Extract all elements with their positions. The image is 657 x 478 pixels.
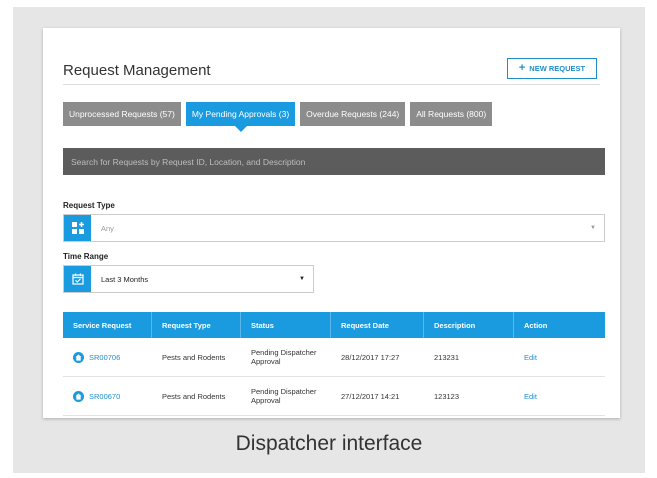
figure-caption: Dispatcher interface: [235, 432, 423, 455]
new-request-button[interactable]: + NEW REQUEST: [507, 58, 597, 79]
table-header: Service Request Request Type Status Requ…: [63, 312, 605, 338]
request-date-cell: 28/12/2017 17:27: [341, 352, 400, 362]
tab-my-pending-approvals[interactable]: My Pending Approvals (3): [185, 102, 296, 132]
request-type-label: Request Type: [63, 201, 115, 210]
column-header[interactable]: Status: [241, 312, 331, 338]
service-request-link[interactable]: SR00706: [63, 338, 152, 376]
request-type-cell: Pests and Rodents: [162, 352, 226, 362]
request-type-select[interactable]: Any ▼: [63, 214, 605, 242]
edit-link[interactable]: Edit: [514, 338, 605, 376]
service-request-id: SR00670: [89, 391, 121, 401]
request-management-panel: Request Management + NEW REQUEST Unproce…: [43, 28, 620, 418]
home-icon: [73, 390, 84, 402]
column-header[interactable]: Action: [514, 312, 605, 338]
request-date-cell: 27/12/2017 14:21: [341, 391, 400, 401]
search-input[interactable]: Search for Requests by Request ID, Locat…: [63, 148, 605, 175]
header-divider: [63, 84, 600, 85]
table-row: SR00706 Pests and Rodents Pending Dispat…: [63, 338, 605, 377]
tab-all-requests[interactable]: All Requests (800): [410, 102, 493, 126]
table-row: SR00670 Pests and Rodents Pending Dispat…: [63, 377, 605, 416]
home-icon: [73, 351, 84, 363]
chevron-down-icon: ▼: [299, 276, 305, 282]
tab-overdue-requests[interactable]: Overdue Requests (244): [300, 102, 406, 126]
service-request-id: SR00706: [89, 352, 121, 362]
plus-icon: +: [518, 62, 526, 74]
description-cell: 213231: [434, 352, 460, 362]
column-header[interactable]: Request Type: [152, 312, 241, 338]
time-range-label: Time Range: [63, 252, 109, 261]
service-request-link[interactable]: SR00670: [63, 377, 152, 415]
calendar-icon: [64, 266, 91, 292]
time-range-value: Last 3 Months: [101, 274, 149, 284]
request-type-cell: Pests and Rodents: [162, 391, 226, 401]
request-type-value: Any: [101, 223, 114, 233]
status-cell: Pending Dispatcher Approval: [251, 348, 317, 366]
page-title: Request Management: [63, 62, 211, 79]
edit-link[interactable]: Edit: [514, 377, 605, 415]
column-header[interactable]: Description: [424, 312, 514, 338]
column-header[interactable]: Request Date: [331, 312, 424, 338]
status-cell: Pending Dispatcher Approval: [251, 387, 317, 405]
chevron-down-icon: ▼: [590, 225, 596, 231]
grid-icon: [64, 215, 91, 241]
description-cell: 123123: [434, 391, 460, 401]
time-range-select[interactable]: Last 3 Months ▼: [63, 265, 314, 293]
tab-unprocessed-requests[interactable]: Unprocessed Requests (57): [63, 102, 181, 126]
column-header[interactable]: Service Request: [63, 312, 152, 338]
requests-table: Service Request Request Type Status Requ…: [63, 312, 605, 416]
request-tabs: Unprocessed Requests (57) My Pending App…: [63, 102, 493, 132]
new-request-label: NEW REQUEST: [529, 64, 586, 73]
